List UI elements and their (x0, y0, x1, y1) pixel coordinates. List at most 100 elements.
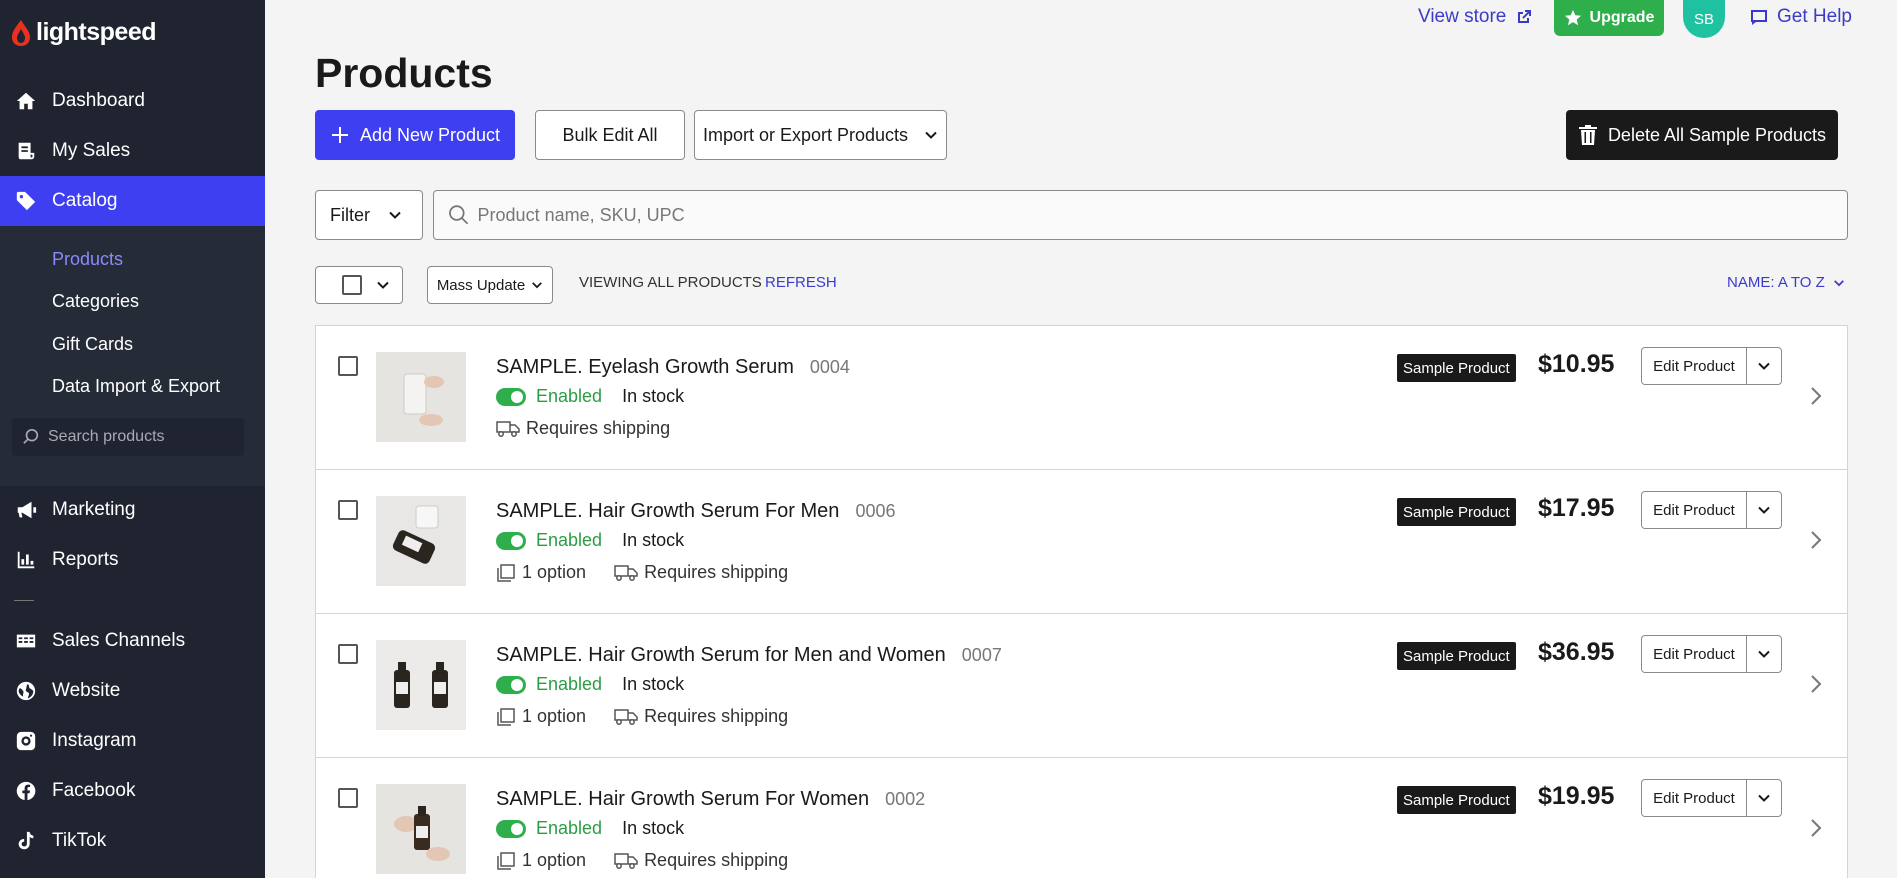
option-label: 1 option (522, 562, 587, 582)
select-all-dropdown[interactable] (315, 266, 403, 304)
chevron-down-icon (1758, 362, 1770, 370)
product-row[interactable]: SAMPLE. Hair Growth Serum for Men and Wo… (316, 614, 1847, 758)
product-status: Enabled In stock (496, 818, 684, 839)
sidebar-item-tiktok[interactable]: TikTok (0, 816, 265, 866)
sidebar-item-reports[interactable]: Reports (0, 535, 265, 585)
product-sku: 0007 (961, 645, 1002, 665)
sidebar-divider (14, 600, 34, 601)
product-search-input[interactable] (477, 204, 1847, 226)
sidebar-item-marketing[interactable]: Marketing (0, 485, 265, 535)
product-status: Enabled In stock (496, 386, 684, 407)
filter-dropdown[interactable]: Filter (315, 190, 423, 240)
sort-dropdown[interactable]: NAME: A TO Z (1727, 274, 1845, 291)
product-checkbox[interactable] (338, 356, 358, 376)
star-icon (1564, 9, 1581, 26)
external-link-icon (1518, 10, 1532, 23)
product-checkbox[interactable] (338, 788, 358, 808)
product-name[interactable]: SAMPLE. Hair Growth Serum For Men (496, 500, 839, 523)
add-new-product-button[interactable]: Add New Product (315, 110, 515, 160)
shipping-label: Requires shipping (644, 850, 789, 870)
product-row[interactable]: SAMPLE. Hair Growth Serum For Women 0002… (316, 758, 1847, 878)
import-export-dropdown[interactable]: Import or Export Products (694, 110, 947, 160)
option-info: 1 option (496, 706, 586, 727)
sidebar-item-label: My Sales (52, 140, 131, 161)
stock-label: In stock (622, 530, 685, 550)
edit-product-menu-button[interactable] (1746, 779, 1782, 817)
edit-product-menu-button[interactable] (1746, 491, 1782, 529)
sidebar-search-input[interactable]: Search products (12, 418, 244, 456)
product-row[interactable]: SAMPLE. Eyelash Growth Serum 0004 Enable… (316, 326, 1847, 470)
edit-product-menu-button[interactable] (1746, 635, 1782, 673)
brand-name: lightspeed (36, 18, 157, 46)
chevron-right-icon[interactable] (1810, 530, 1822, 550)
enabled-toggle[interactable] (496, 819, 526, 838)
chevron-down-icon (1758, 506, 1770, 514)
enabled-toggle[interactable] (496, 387, 526, 406)
product-sku: 0002 (885, 789, 926, 809)
options-icon (497, 707, 515, 726)
sidebar-item-dashboard[interactable]: Dashboard (0, 76, 265, 126)
sidebar-item-label: Sales Channels (52, 630, 186, 651)
sidebar-item-instagram[interactable]: Instagram (0, 716, 265, 766)
product-search-field[interactable] (433, 190, 1848, 240)
stock-label: In stock (622, 386, 685, 406)
plus-icon (331, 127, 348, 143)
option-label: 1 option (522, 850, 587, 870)
product-checkbox[interactable] (338, 500, 358, 520)
upgrade-label: Upgrade (1589, 9, 1655, 26)
product-name[interactable]: SAMPLE. Hair Growth Serum for Men and Wo… (496, 644, 946, 667)
bulk-edit-all-button[interactable]: Bulk Edit All (535, 110, 685, 160)
edit-product-button[interactable]: Edit Product (1641, 491, 1747, 529)
get-help-label: Get Help (1777, 6, 1852, 27)
refresh-link[interactable]: REFRESH (765, 274, 837, 291)
product-thumbnail (376, 640, 466, 730)
upgrade-button[interactable]: Upgrade (1554, 0, 1664, 36)
product-thumbnail (376, 352, 466, 442)
edit-product-button[interactable]: Edit Product (1641, 635, 1747, 673)
product-meta: 1 option Requires shipping (496, 850, 788, 871)
view-store-link[interactable]: View store (1418, 6, 1534, 28)
avatar[interactable]: SB (1683, 0, 1725, 38)
sidebar-item-my-sales[interactable]: My Sales (0, 126, 265, 176)
product-name[interactable]: SAMPLE. Hair Growth Serum For Women (496, 788, 869, 811)
product-name[interactable]: SAMPLE. Eyelash Growth Serum (496, 356, 794, 379)
sidebar-item-sales-channels[interactable]: Sales Channels (0, 616, 265, 666)
import-export-label: Import or Export Products (702, 124, 909, 145)
sidebar-subitem-gift-cards[interactable]: Gift Cards (52, 334, 133, 355)
enabled-toggle[interactable] (496, 675, 526, 694)
sidebar-item-label: Marketing (52, 499, 136, 520)
sidebar-subitem-data-import-export[interactable]: Data Import & Export (52, 376, 220, 397)
get-help-link[interactable]: Get Help (1749, 6, 1852, 28)
sidebar-item-catalog[interactable]: Catalog (0, 176, 265, 226)
edit-product-button[interactable]: Edit Product (1641, 779, 1747, 817)
chevron-right-icon[interactable] (1810, 818, 1822, 838)
facebook-icon (14, 779, 38, 803)
receipt-icon (14, 139, 38, 163)
mass-update-dropdown[interactable]: Mass Update (427, 266, 553, 304)
bulk-edit-label: Bulk Edit All (562, 124, 658, 145)
edit-product-menu-button[interactable] (1746, 347, 1782, 385)
sidebar-subitem-products[interactable]: Products (52, 249, 123, 270)
chevron-right-icon[interactable] (1810, 674, 1822, 694)
lightspeed-logo[interactable]: lightspeed (10, 18, 157, 47)
product-meta: 1 option Requires shipping (496, 706, 788, 727)
enabled-toggle[interactable] (496, 531, 526, 550)
product-thumbnail (376, 496, 466, 586)
edit-product-button[interactable]: Edit Product (1641, 347, 1747, 385)
mass-update-label: Mass Update (436, 276, 526, 294)
sidebar-item-website[interactable]: Website (0, 666, 265, 716)
product-name-line: SAMPLE. Hair Growth Serum For Women 0002 (496, 788, 925, 811)
product-name-line: SAMPLE. Eyelash Growth Serum 0004 (496, 356, 850, 379)
sidebar-subitem-categories[interactable]: Categories (52, 291, 139, 312)
product-sku: 0006 (855, 501, 896, 521)
chevron-right-icon[interactable] (1810, 386, 1822, 406)
product-checkbox[interactable] (338, 644, 358, 664)
shipping-info: Requires shipping (614, 562, 788, 583)
trash-icon (1578, 125, 1597, 145)
sidebar-item-facebook[interactable]: Facebook (0, 766, 265, 816)
select-all-checkbox[interactable] (342, 275, 362, 295)
delete-all-sample-products-button[interactable]: Delete All Sample Products (1566, 110, 1838, 160)
shipping-label: Requires shipping (644, 562, 789, 582)
chevron-down-icon (1833, 279, 1844, 286)
product-row[interactable]: SAMPLE. Hair Growth Serum For Men 0006 E… (316, 470, 1847, 614)
